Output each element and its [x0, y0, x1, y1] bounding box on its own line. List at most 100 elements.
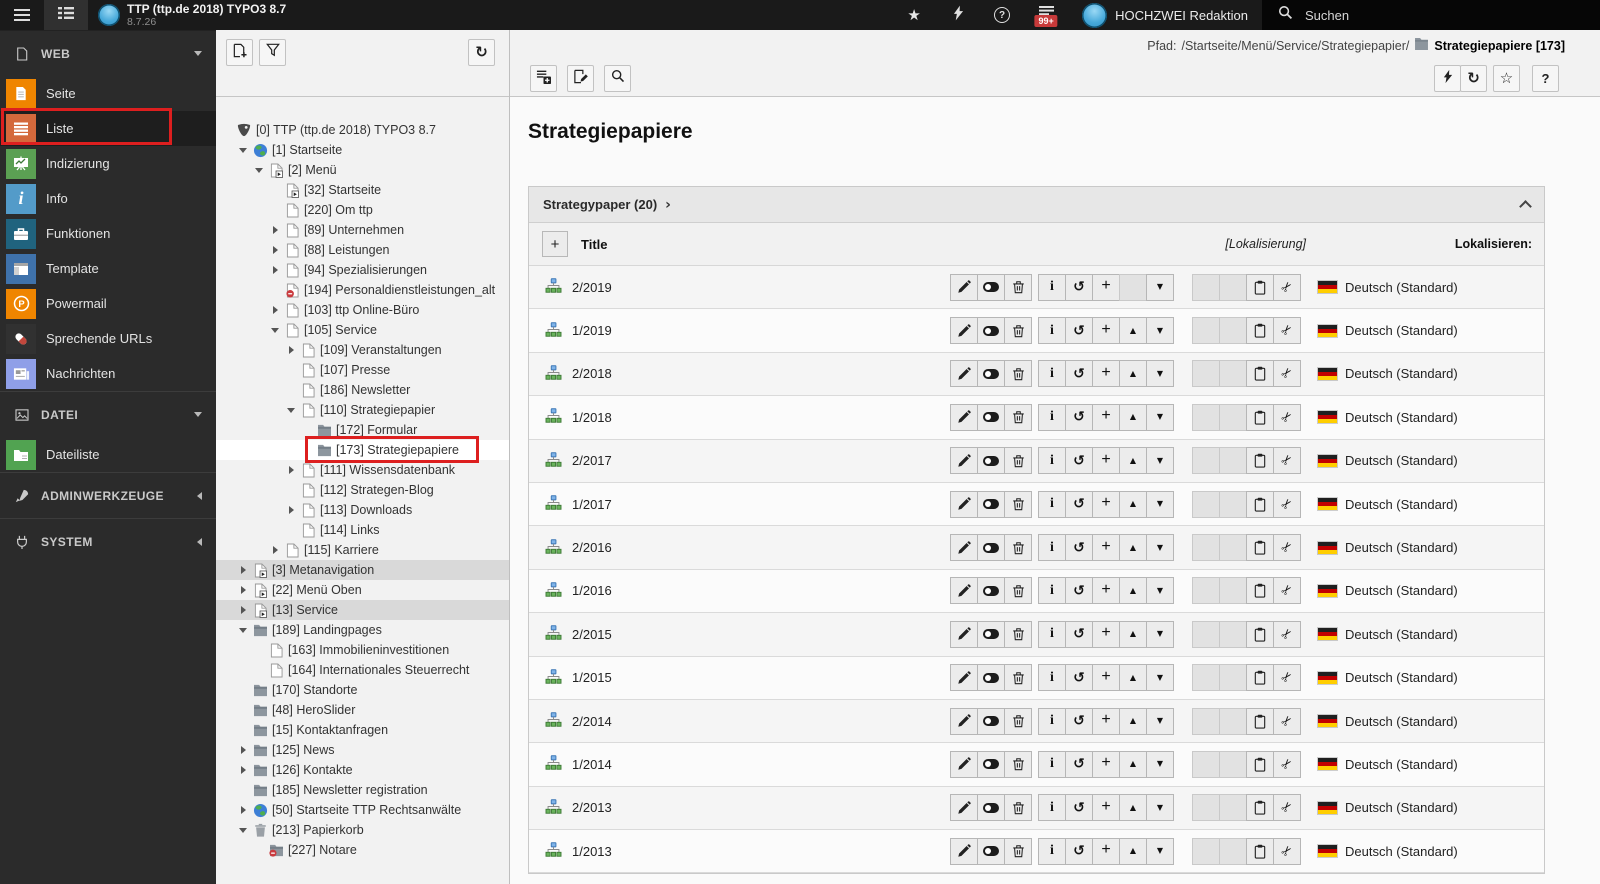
tree-collapse-arrow-icon[interactable]	[238, 148, 248, 153]
tree-expand-arrow-icon[interactable]	[270, 266, 280, 274]
tree-node-111-wissensdatenbank[interactable]: [111] Wissensdatenbank	[216, 460, 509, 480]
pencil-button[interactable]	[950, 274, 978, 301]
trash-button[interactable]	[1004, 447, 1032, 474]
tree-node-113-downloads[interactable]: [113] Downloads	[216, 500, 509, 520]
history-button[interactable]: ↺	[1065, 708, 1093, 735]
move-down-button[interactable]: ▼	[1146, 794, 1174, 821]
search-input[interactable]	[1303, 7, 1523, 24]
tree-collapse-arrow-icon[interactable]	[254, 168, 264, 173]
pencil-button[interactable]	[950, 794, 978, 821]
trash-button[interactable]	[1004, 317, 1032, 344]
tree-node-112-strategen-blog[interactable]: [112] Strategen-Blog	[216, 480, 509, 500]
plus-button[interactable]: +	[1092, 360, 1120, 387]
plus-button[interactable]: +	[1092, 447, 1120, 474]
clipboard-button[interactable]	[1246, 751, 1274, 778]
move-down-button[interactable]: ▼	[1146, 317, 1174, 344]
sidebar-item-dateiliste[interactable]: Dateiliste	[0, 437, 216, 472]
pencil-button[interactable]	[950, 317, 978, 344]
clipboard-button[interactable]	[1246, 447, 1274, 474]
trash-button[interactable]	[1004, 360, 1032, 387]
sidebar-item-template[interactable]: Template	[0, 251, 216, 286]
tree-expand-arrow-icon[interactable]	[286, 466, 296, 474]
history-button[interactable]: ↺	[1065, 751, 1093, 778]
tree-node-22-men-oben[interactable]: [22] Menü Oben	[216, 580, 509, 600]
pencil-button[interactable]	[950, 708, 978, 735]
move-down-button[interactable]: ▼	[1146, 534, 1174, 561]
cache-flush-button[interactable]	[1434, 65, 1461, 92]
move-down-button[interactable]: ▼	[1146, 447, 1174, 474]
tree-node-89-unternehmen[interactable]: [89] Unternehmen	[216, 220, 509, 240]
tree-node-50-startseite-ttp-rechtsanw-lte[interactable]: [50] Startseite TTP Rechtsanwälte	[216, 800, 509, 820]
tree-collapse-arrow-icon[interactable]	[238, 628, 248, 633]
tree-node-126-kontakte[interactable]: [126] Kontakte	[216, 760, 509, 780]
help-button-doc[interactable]: ?	[1532, 65, 1559, 92]
visibility-toggle-button[interactable]	[977, 794, 1005, 821]
trash-button[interactable]	[1004, 664, 1032, 691]
scissors-button[interactable]: ✂	[1273, 447, 1301, 474]
scissors-button[interactable]: ✂	[1273, 491, 1301, 518]
tree-node-194-personaldienstleistungen-alt[interactable]: [194] Personaldienstleistungen_alt	[216, 280, 509, 300]
move-down-button[interactable]: ▼	[1146, 404, 1174, 431]
pencil-button[interactable]	[950, 491, 978, 518]
move-up-button[interactable]: ▲	[1119, 794, 1147, 821]
search-records-button[interactable]	[604, 65, 631, 92]
tree-node-103-ttp-online-b-ro[interactable]: [103] ttp Online-Büro	[216, 300, 509, 320]
move-down-button[interactable]: ▼	[1146, 708, 1174, 735]
opendocs-button[interactable]: 99+	[1024, 0, 1068, 30]
module-section-datei[interactable]: DATEI	[0, 391, 216, 437]
tree-node-109-veranstaltungen[interactable]: [109] Veranstaltungen	[216, 340, 509, 360]
info-button[interactable]: i	[1038, 664, 1066, 691]
history-button[interactable]: ↺	[1065, 491, 1093, 518]
history-button[interactable]: ↺	[1065, 404, 1093, 431]
tree-node-114-links[interactable]: [114] Links	[216, 520, 509, 540]
module-menu-collapse-button[interactable]	[0, 0, 44, 30]
move-down-button[interactable]: ▼	[1146, 751, 1174, 778]
move-down-button[interactable]: ▼	[1146, 491, 1174, 518]
visibility-toggle-button[interactable]	[977, 360, 1005, 387]
clear-cache-button[interactable]	[936, 0, 980, 30]
info-button[interactable]: i	[1038, 447, 1066, 474]
move-down-button[interactable]: ▼	[1146, 664, 1174, 691]
scissors-button[interactable]: ✂	[1273, 664, 1301, 691]
bookmarks-button[interactable]: ★	[892, 0, 936, 30]
sidebar-item-liste[interactable]: Liste	[0, 111, 216, 146]
info-button[interactable]: i	[1038, 577, 1066, 604]
info-button[interactable]: i	[1038, 317, 1066, 344]
clipboard-button[interactable]	[1246, 621, 1274, 648]
sidebar-item-indizierung[interactable]: Indizierung	[0, 146, 216, 181]
scissors-button[interactable]: ✂	[1273, 534, 1301, 561]
history-button[interactable]: ↺	[1065, 664, 1093, 691]
plus-button[interactable]: +	[1092, 317, 1120, 344]
tree-collapse-arrow-icon[interactable]	[270, 328, 280, 333]
scissors-button[interactable]: ✂	[1273, 838, 1301, 865]
tree-expand-arrow-icon[interactable]	[238, 586, 248, 594]
move-up-button[interactable]: ▲	[1119, 621, 1147, 648]
bookmark-button[interactable]: ☆	[1493, 65, 1520, 92]
info-button[interactable]: i	[1038, 404, 1066, 431]
tree-node-94-spezialisierungen[interactable]: [94] Spezialisierungen	[216, 260, 509, 280]
tree-node-186-newsletter[interactable]: [186] Newsletter	[216, 380, 509, 400]
scissors-button[interactable]: ✂	[1273, 751, 1301, 778]
tree-node-105-service[interactable]: [105] Service	[216, 320, 509, 340]
tree-node-32-startseite[interactable]: [32] Startseite	[216, 180, 509, 200]
tree-expand-arrow-icon[interactable]	[286, 346, 296, 354]
tree-expand-arrow-icon[interactable]	[270, 546, 280, 554]
tree-node-13-service[interactable]: [13] Service	[216, 600, 509, 620]
pencil-button[interactable]	[950, 577, 978, 604]
tree-node-163-immobilieninvestitionen[interactable]: [163] Immobilieninvestitionen	[216, 640, 509, 660]
module-section-system[interactable]: SYSTEM	[0, 518, 216, 564]
module-section-adminwerkzeuge[interactable]: ADMINWERKZEUGE	[0, 472, 216, 518]
scissors-button[interactable]: ✂	[1273, 360, 1301, 387]
trash-button[interactable]	[1004, 708, 1032, 735]
plus-button[interactable]: +	[1092, 708, 1120, 735]
history-button[interactable]: ↺	[1065, 317, 1093, 344]
plus-button[interactable]: +	[1092, 404, 1120, 431]
pencil-button[interactable]	[950, 838, 978, 865]
help-button[interactable]: ?	[980, 0, 1024, 30]
info-button[interactable]: i	[1038, 491, 1066, 518]
new-record-button[interactable]: +	[542, 231, 568, 257]
history-button[interactable]: ↺	[1065, 838, 1093, 865]
info-button[interactable]: i	[1038, 838, 1066, 865]
visibility-toggle-button[interactable]	[977, 447, 1005, 474]
clipboard-button[interactable]	[1246, 708, 1274, 735]
